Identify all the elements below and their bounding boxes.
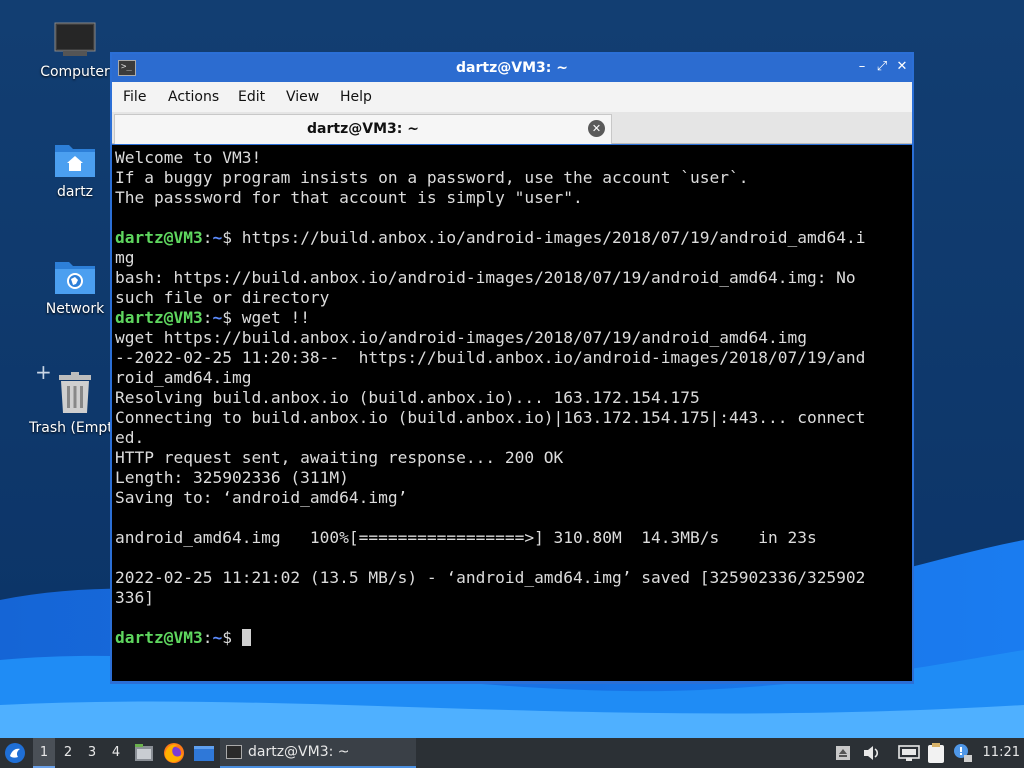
terminal-line: dartz@VM3:~$ https://build.anbox.io/andr… — [115, 228, 912, 248]
prompt-separator: : — [202, 308, 213, 327]
window-title: dartz@VM3: ~ — [456, 60, 568, 76]
terminal-line: ed. — [115, 428, 145, 447]
updates-icon — [954, 744, 972, 762]
desktop-icon-label: Trash (Empty) — [29, 420, 113, 436]
prompt-separator: : — [202, 228, 213, 247]
terminal-line: android_amd64.img 100%[=================… — [115, 528, 817, 547]
app-menu-icon — [5, 743, 25, 763]
firefox-launcher[interactable] — [163, 738, 185, 768]
workspace-1[interactable]: 1 — [33, 738, 55, 768]
prompt-symbol: $ — [222, 228, 242, 247]
workspace-4[interactable]: 4 — [105, 738, 127, 768]
network-status-button[interactable] — [898, 738, 920, 768]
tab-terminal[interactable]: dartz@VM3: ~ ✕ — [114, 114, 612, 144]
prompt-user: dartz@VM3 — [115, 308, 203, 327]
network-folder-icon — [55, 262, 95, 294]
terminal-line: wget https://build.anbox.io/android-imag… — [115, 328, 807, 347]
command-text: https://build.anbox.io/android-images/20… — [241, 228, 866, 247]
menu-actions[interactable]: Actions — [168, 89, 219, 105]
prompt-path: ~ — [212, 228, 223, 247]
menu-edit[interactable]: Edit — [238, 89, 265, 105]
prompt-separator: : — [202, 628, 213, 647]
terminal-line: --2022-02-25 11:20:38-- https://build.an… — [115, 348, 866, 367]
eject-icon — [836, 746, 850, 760]
terminal-line: Length: 325902336 (311M) — [115, 468, 349, 487]
volume-button[interactable] — [862, 738, 882, 768]
clipboard-icon — [928, 743, 944, 763]
menu-view[interactable]: View — [286, 89, 319, 105]
menu-bar: File Actions Edit View Help — [112, 82, 912, 112]
terminal-window: >_ dartz@VM3: ~ – ⤢ ✕ File Actions Edit … — [110, 52, 914, 684]
file-manager-icon — [135, 744, 153, 761]
volume-icon — [864, 746, 879, 760]
minimize-button[interactable]: – — [854, 59, 870, 75]
eject-button[interactable] — [835, 738, 851, 768]
menu-file[interactable]: File — [123, 89, 146, 105]
tab-bar: dartz@VM3: ~ ✕ — [112, 112, 912, 144]
workspace-2[interactable]: 2 — [57, 738, 79, 768]
show-desktop-launcher[interactable] — [193, 738, 215, 768]
terminal-output[interactable]: Welcome to VM3! If a buggy program insist… — [112, 145, 912, 681]
terminal-line: HTTP request sent, awaiting response... … — [115, 448, 564, 467]
prompt-path: ~ — [212, 628, 223, 647]
prompt-path: ~ — [212, 308, 223, 327]
terminal-line: roid_amd64.img — [115, 368, 252, 387]
tab-close-button[interactable]: ✕ — [588, 120, 605, 137]
workspace-3[interactable]: 3 — [81, 738, 103, 768]
updates-button[interactable] — [953, 738, 973, 768]
terminal-line: Resolving build.anbox.io (build.anbox.io… — [115, 388, 700, 407]
terminal-cursor — [241, 629, 251, 646]
terminal-line: If a buggy program insists on a password… — [115, 168, 749, 187]
prompt-user: dartz@VM3 — [115, 628, 203, 647]
maximize-button[interactable]: ⤢ — [874, 59, 890, 75]
home-folder-icon — [55, 145, 95, 177]
terminal-line: dartz@VM3:~$ — [115, 628, 912, 648]
tab-label: dartz@VM3: ~ — [307, 121, 419, 137]
terminal-line: 336] — [115, 588, 154, 607]
clipboard-button[interactable] — [926, 738, 946, 768]
menu-help[interactable]: Help — [340, 89, 372, 105]
terminal-line: The passsword for that account is simply… — [115, 188, 583, 207]
taskbar-task-label: dartz@VM3: ~ — [248, 744, 350, 760]
file-manager-launcher[interactable] — [134, 738, 154, 768]
prompt-user: dartz@VM3 — [115, 228, 203, 247]
terminal-line: mg — [115, 248, 135, 267]
taskbar-terminal-button[interactable]: dartz@VM3: ~ — [220, 738, 416, 768]
close-button[interactable]: ✕ — [894, 59, 910, 75]
terminal-icon — [226, 745, 242, 759]
firefox-icon — [164, 743, 184, 763]
show-desktop-icon — [194, 746, 214, 761]
terminal-line: Connecting to build.anbox.io (build.anbo… — [115, 408, 866, 427]
terminal-line: bash: https://build.anbox.io/android-ima… — [115, 268, 856, 287]
prompt-symbol: $ — [222, 628, 242, 647]
prompt-symbol: $ — [222, 308, 242, 327]
terminal-line: such file or directory — [115, 288, 330, 307]
command-text: wget !! — [241, 308, 310, 327]
window-title-bar[interactable]: >_ dartz@VM3: ~ – ⤢ ✕ — [112, 54, 912, 82]
network-icon — [898, 745, 920, 761]
trash-icon — [59, 372, 91, 413]
taskbar: 1 2 3 4 dartz@VM3: ~ 11:21 — [0, 738, 1024, 768]
terminal-line: dartz@VM3:~$ wget !! — [115, 308, 912, 328]
terminal-line: 2022-02-25 11:21:02 (13.5 MB/s) - ‘andro… — [115, 568, 866, 587]
terminal-line: Saving to: ‘android_amd64.img’ — [115, 488, 408, 507]
computer-icon — [54, 22, 96, 56]
terminal-line: Welcome to VM3! — [115, 148, 262, 167]
app-menu-button[interactable] — [4, 738, 28, 768]
clock[interactable]: 11:21 — [983, 738, 1020, 768]
